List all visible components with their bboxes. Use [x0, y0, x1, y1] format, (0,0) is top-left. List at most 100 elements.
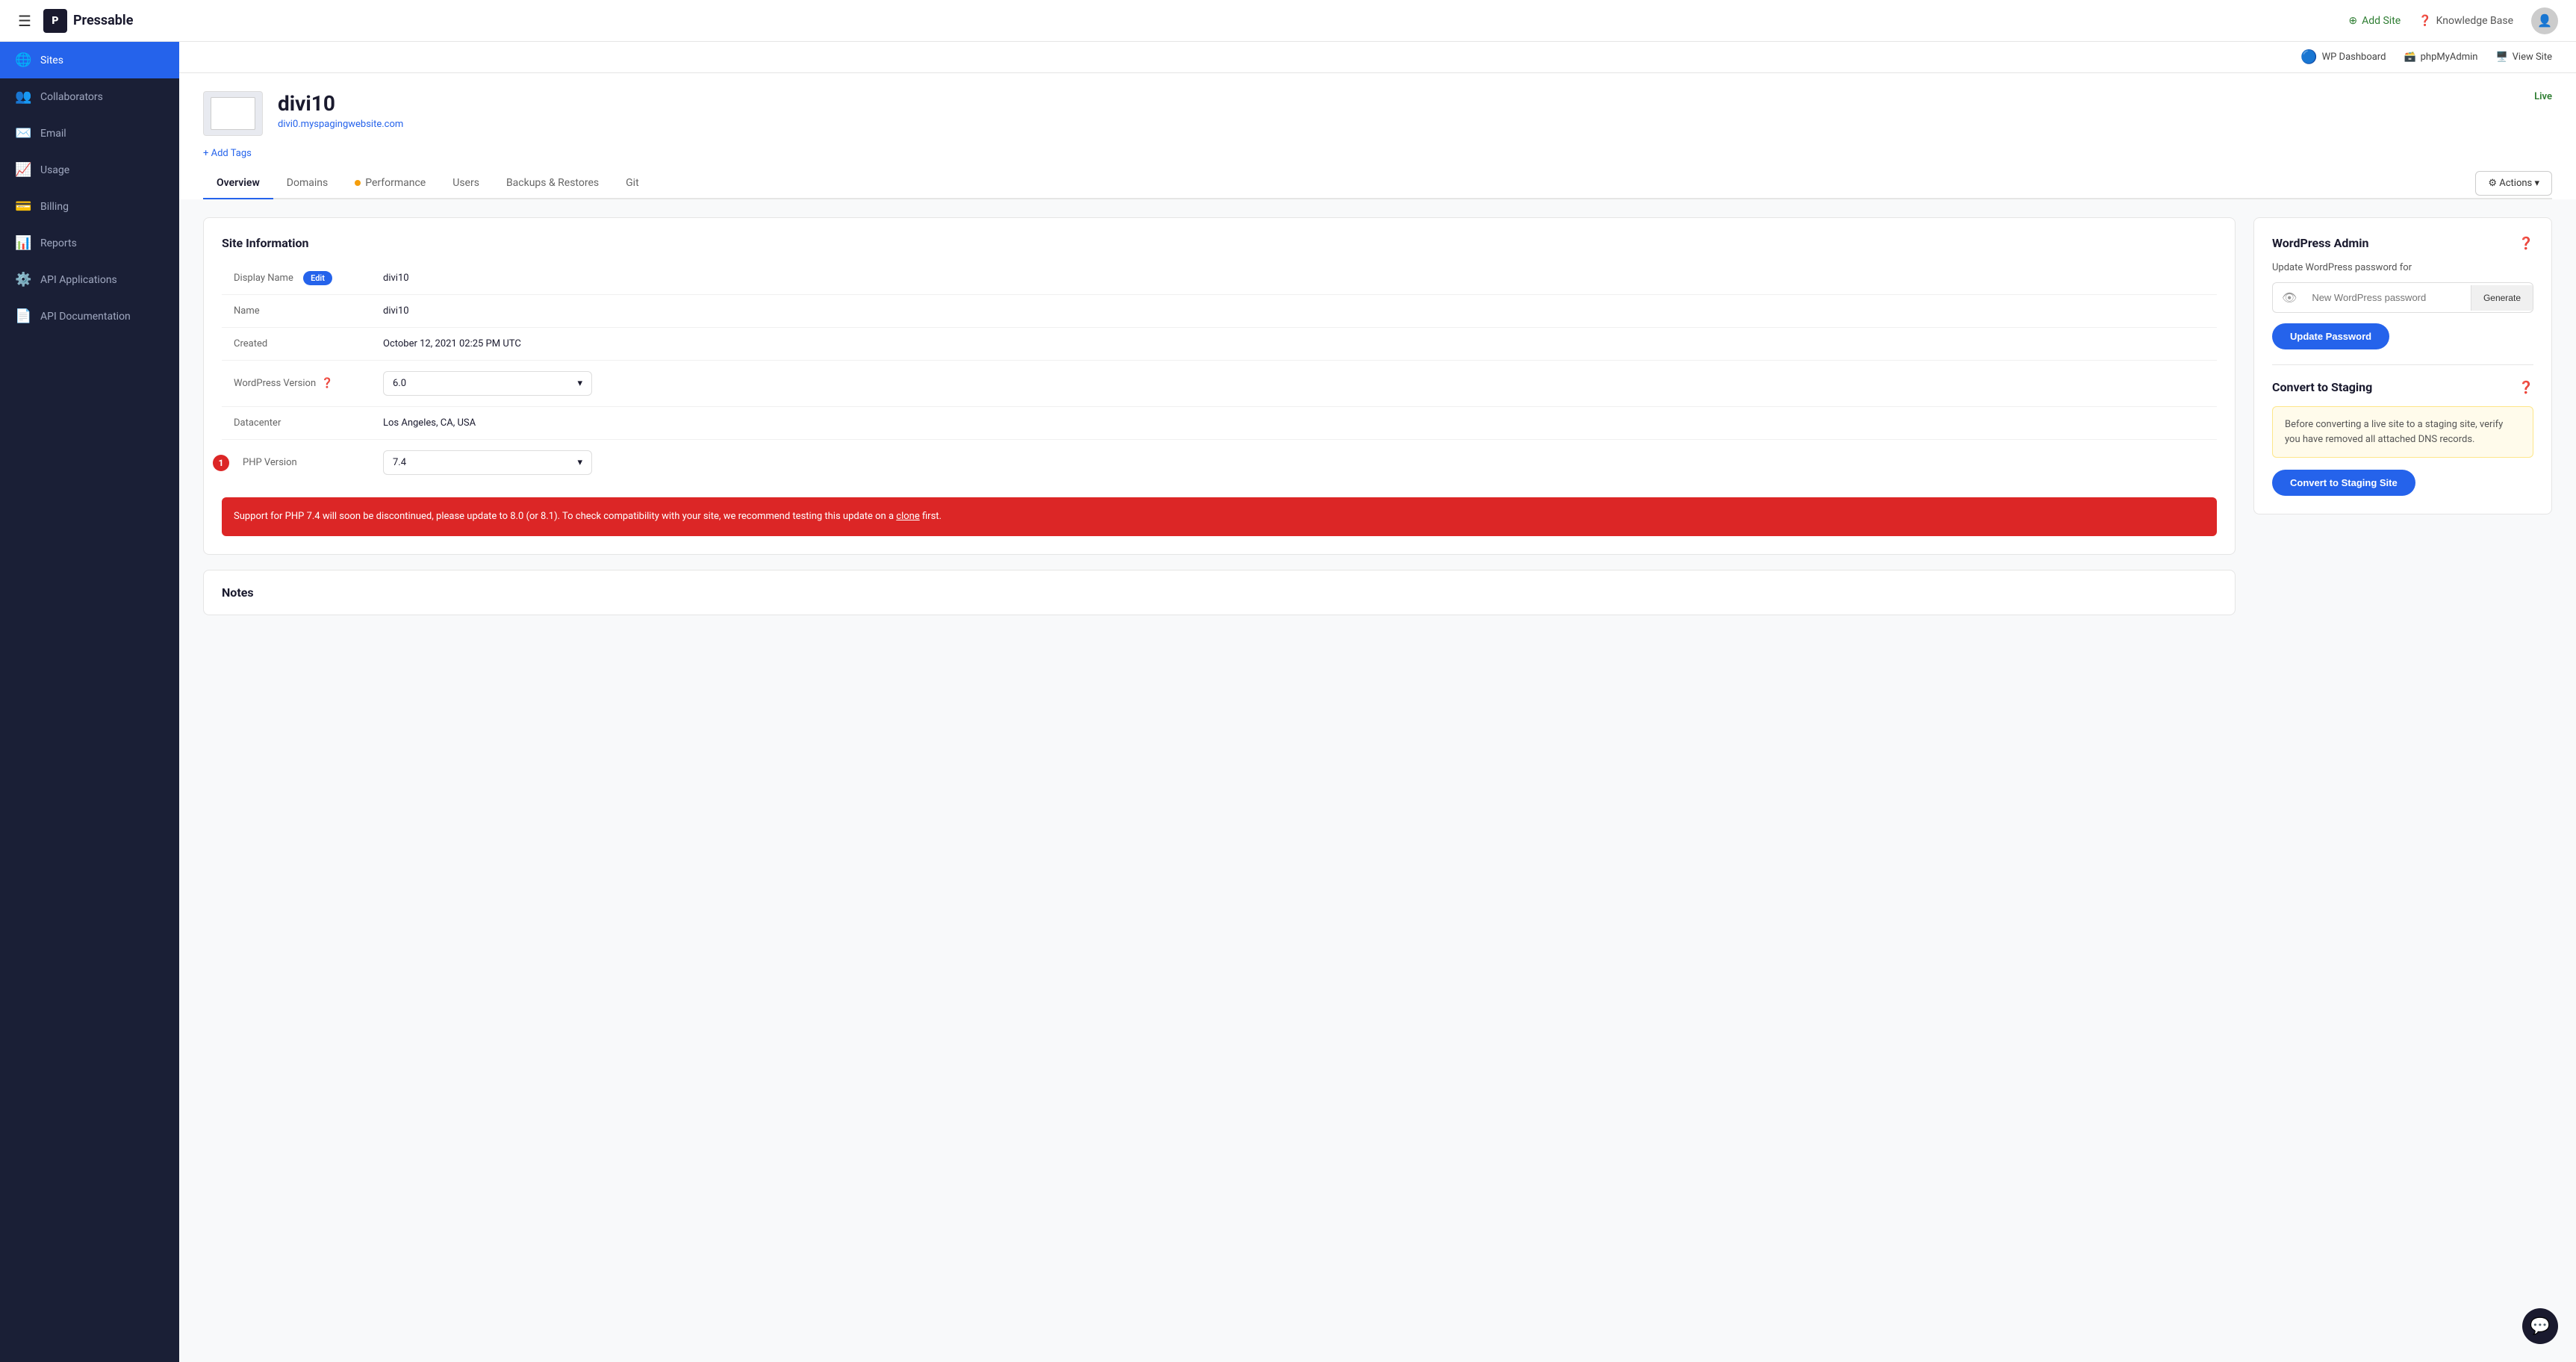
performance-dot-indicator: [355, 180, 361, 186]
view-site-button[interactable]: 🖥️ View Site: [2495, 52, 2552, 63]
site-name: divi10: [278, 91, 2519, 116]
logo: P Pressable: [43, 9, 133, 33]
tab-backups-label: Backups & Restores: [506, 177, 599, 189]
tab-users[interactable]: Users: [439, 168, 493, 199]
php-warning-badge: 1: [213, 455, 229, 471]
label-created: Created: [222, 328, 371, 361]
api-applications-icon: ⚙️: [15, 272, 31, 287]
sidebar-item-reports[interactable]: 📊 Reports: [0, 225, 179, 261]
site-information-card: Site Information Display Name Edit divi1…: [203, 217, 2236, 555]
wp-version-help-icon[interactable]: ❓: [321, 378, 333, 389]
actions-button[interactable]: ⚙ Actions ▾: [2475, 171, 2552, 196]
sidebar-item-api-applications[interactable]: ⚙️ API Applications: [0, 261, 179, 298]
table-row-php-version: 1 PHP Version 7.4 ▾: [222, 440, 2217, 486]
convert-to-staging-section: Convert to Staging ❓ Before converting a…: [2272, 380, 2533, 496]
wp-version-select[interactable]: 6.0 ▾: [383, 371, 592, 396]
staging-notice: Before converting a live site to a stagi…: [2272, 406, 2533, 458]
billing-icon: 💳: [15, 199, 31, 214]
staging-section-header: Convert to Staging ❓: [2272, 380, 2533, 394]
sidebar-item-collaborators[interactable]: 👥 Collaborators: [0, 78, 179, 115]
wp-admin-title: WordPress Admin: [2272, 236, 2368, 250]
sidebar-item-billing[interactable]: 💳 Billing: [0, 188, 179, 225]
sidebar-item-label: Billing: [40, 201, 69, 213]
tab-overview[interactable]: Overview: [203, 168, 273, 199]
notes-title: Notes: [222, 585, 2217, 600]
add-site-button[interactable]: ⊕ Add Site: [2348, 15, 2401, 27]
sidebar-item-label: Reports: [40, 237, 77, 249]
sidebar-item-label: Usage: [40, 164, 69, 176]
chat-bubble-button[interactable]: 💬: [2522, 1308, 2558, 1344]
site-info-table: Display Name Edit divi10 Name divi10: [222, 262, 2217, 485]
sidebar: 🌐 Sites 👥 Collaborators ✉️ Email 📈 Usage…: [0, 42, 179, 1362]
tab-overview-label: Overview: [217, 177, 260, 189]
warning-text-after: first.: [922, 511, 942, 522]
tab-git[interactable]: Git: [612, 168, 653, 199]
tab-users-label: Users: [452, 177, 479, 189]
collaborators-icon: 👥: [15, 89, 31, 105]
api-documentation-icon: 📄: [15, 308, 31, 324]
wordpress-admin-section: WordPress Admin ❓ Update WordPress passw…: [2272, 236, 2533, 349]
wp-update-label: Update WordPress password for: [2272, 262, 2533, 273]
tabs-left: Overview Domains Performance Users Backu…: [203, 168, 653, 198]
plus-circle-icon: ⊕: [2348, 15, 2357, 27]
usage-icon: 📈: [15, 162, 31, 178]
tab-domains[interactable]: Domains: [273, 168, 341, 199]
topbar-right: ⊕ Add Site ❓ Knowledge Base 👤: [2348, 7, 2558, 34]
main-content: 🔵 WP Dashboard 🗃️ phpMyAdmin 🖥️ View Sit…: [179, 42, 2576, 1362]
site-thumbnail: [203, 91, 263, 136]
wp-dashboard-label: WP Dashboard: [2322, 52, 2386, 63]
value-created: October 12, 2021 02:25 PM UTC: [371, 328, 2217, 361]
label-name: Name: [222, 295, 371, 328]
staging-help-icon[interactable]: ❓: [2519, 380, 2533, 394]
knowledge-base-label: Knowledge Base: [2436, 15, 2513, 27]
wp-admin-section-header: WordPress Admin ❓: [2272, 236, 2533, 250]
sidebar-item-email[interactable]: ✉️ Email: [0, 115, 179, 152]
hamburger-icon[interactable]: ☰: [18, 12, 31, 30]
site-header-top: divi10 divi0.myspagingwebsite.com Live: [203, 91, 2552, 136]
tab-backups[interactable]: Backups & Restores: [493, 168, 612, 199]
php-version-select[interactable]: 7.4 ▾: [383, 450, 592, 475]
label-display-name: Display Name Edit: [222, 262, 371, 295]
site-information-title: Site Information: [222, 236, 2217, 250]
add-site-label: Add Site: [2362, 15, 2401, 27]
eye-icon[interactable]: 👁: [2273, 283, 2306, 312]
wp-admin-help-icon[interactable]: ❓: [2519, 236, 2533, 250]
phpmyadmin-label: phpMyAdmin: [2421, 52, 2478, 63]
sidebar-item-usage[interactable]: 📈 Usage: [0, 152, 179, 188]
content-right: WordPress Admin ❓ Update WordPress passw…: [2253, 217, 2552, 615]
content-area: Site Information Display Name Edit divi1…: [179, 199, 2576, 633]
phpmyadmin-button[interactable]: 🗃️ phpMyAdmin: [2404, 52, 2477, 63]
chevron-down-icon: ▾: [577, 378, 582, 389]
warning-text: Support for PHP 7.4 will soon be discont…: [234, 511, 896, 522]
label-datacenter: Datacenter: [222, 407, 371, 440]
add-tags-button[interactable]: + Add Tags: [203, 148, 2552, 159]
site-url[interactable]: divi0.myspagingwebsite.com: [278, 119, 2519, 130]
wp-dashboard-button[interactable]: 🔵 WP Dashboard: [2300, 49, 2386, 65]
chevron-down-icon: ▾: [577, 457, 582, 468]
topbar-left: ☰ P Pressable: [18, 9, 133, 33]
new-password-input[interactable]: [2306, 284, 2471, 311]
convert-to-staging-button[interactable]: Convert to Staging Site: [2272, 470, 2415, 496]
tab-performance[interactable]: Performance: [341, 168, 439, 199]
logo-text: Pressable: [73, 13, 133, 28]
php-warning-banner: Support for PHP 7.4 will soon be discont…: [222, 497, 2217, 536]
generate-password-button[interactable]: Generate: [2471, 285, 2533, 311]
value-datacenter: Los Angeles, CA, USA: [371, 407, 2217, 440]
sidebar-item-sites[interactable]: 🌐 Sites: [0, 42, 179, 78]
sidebar-item-api-documentation[interactable]: 📄 API Documentation: [0, 298, 179, 335]
edit-display-name-button[interactable]: Edit: [303, 271, 332, 285]
clone-link[interactable]: clone: [896, 511, 919, 522]
value-display-name: divi10: [371, 262, 2217, 295]
update-password-button[interactable]: Update Password: [2272, 323, 2389, 349]
knowledge-base-button[interactable]: ❓ Knowledge Base: [2418, 15, 2513, 27]
user-avatar[interactable]: 👤: [2531, 7, 2558, 34]
question-circle-icon: ❓: [2418, 15, 2431, 27]
layout: 🌐 Sites 👥 Collaborators ✉️ Email 📈 Usage…: [0, 42, 2576, 1362]
wp-admin-card: WordPress Admin ❓ Update WordPress passw…: [2253, 217, 2552, 514]
sidebar-item-label: API Documentation: [40, 311, 131, 323]
site-tabs: Overview Domains Performance Users Backu…: [203, 168, 2552, 199]
view-site-icon: 🖥️: [2495, 52, 2507, 63]
sidebar-item-label: API Applications: [40, 274, 117, 286]
label-wp-version: WordPress Version ❓: [222, 361, 371, 407]
table-row-created: Created October 12, 2021 02:25 PM UTC: [222, 328, 2217, 361]
